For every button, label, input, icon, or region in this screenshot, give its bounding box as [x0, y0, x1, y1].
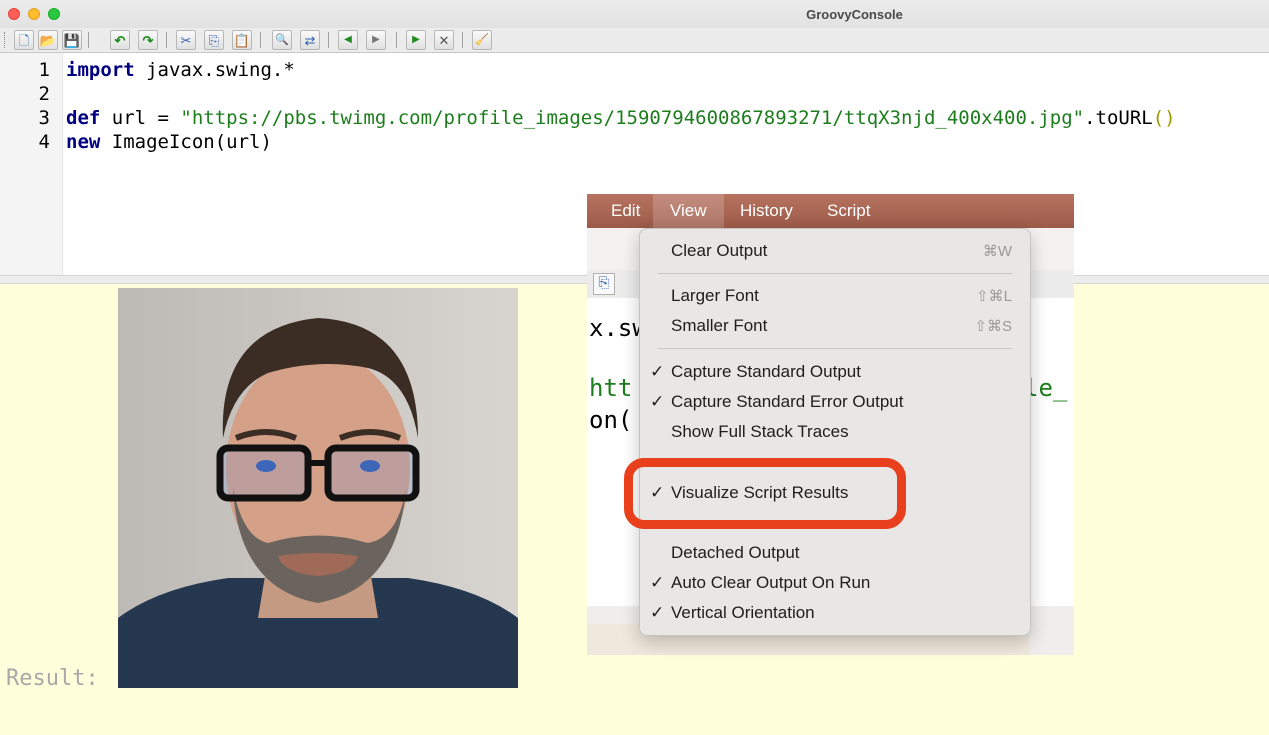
- find-icon[interactable]: 🔍: [272, 30, 292, 50]
- code-text: ImageIcon(url): [100, 131, 272, 153]
- run-script-icon[interactable]: ▶: [406, 30, 426, 50]
- paste-icon[interactable]: 📋: [232, 30, 252, 50]
- menu-item-capture-standard-error-output[interactable]: ✓ Capture Standard Error Output: [640, 389, 1032, 417]
- menu-view[interactable]: View: [653, 194, 724, 228]
- toolbar-separator: [328, 32, 329, 48]
- code-line-3[interactable]: def url = "https://pbs.twimg.com/profile…: [66, 107, 1176, 129]
- toolbar-separator: [396, 32, 397, 48]
- clear-output-icon[interactable]: 🧹: [472, 30, 492, 50]
- inset-menubar: Edit View History Script: [587, 194, 1074, 228]
- menu-item-shortcut: ⌘W: [982, 243, 1012, 260]
- result-image: [118, 288, 518, 688]
- undo-icon[interactable]: ↶: [110, 30, 130, 50]
- copy-icon: ⎘: [593, 273, 615, 295]
- toolbar-separator: [462, 32, 463, 48]
- toolbar-separator: [166, 32, 167, 48]
- menu-item-label: Detached Output: [671, 543, 800, 562]
- menu-item-shortcut: ⇧⌘S: [974, 318, 1012, 335]
- menu-item-show-full-stack-traces[interactable]: Show Full Stack Traces: [640, 419, 1032, 447]
- title-bar: GroovyConsole: [0, 0, 1269, 29]
- copy-icon[interactable]: ⎘: [204, 30, 224, 50]
- code-text: url =: [100, 107, 181, 129]
- menu-item-label: Show Full Stack Traces: [671, 422, 849, 441]
- menu-item-label: Smaller Font: [671, 316, 768, 335]
- line-number: 4: [38, 131, 50, 153]
- menu-item-label: Clear Output: [671, 241, 768, 260]
- checkmark-icon: ✓: [650, 603, 665, 622]
- replace-icon[interactable]: ⇄: [300, 30, 320, 50]
- toolbar-separator: [260, 32, 261, 48]
- menu-item-vertical-orientation[interactable]: ✓ Vertical Orientation: [640, 600, 1032, 628]
- history-previous-icon[interactable]: ◀: [338, 30, 358, 50]
- main-toolbar: 🗋 📂 💾 ↶ ↷ ✂ ⎘ 📋 🔍 ⇄ ◀ ▶ ▶ ✕ 🧹: [0, 28, 1269, 53]
- checkmark-icon: ✓: [650, 362, 665, 381]
- menu-separator: [658, 348, 1012, 349]
- line-number-gutter: 1 2 3 4: [0, 53, 63, 275]
- toolbar-separator: [88, 32, 89, 48]
- menu-item-detached-output[interactable]: Detached Output: [640, 540, 1032, 568]
- code-line-4[interactable]: new ImageIcon(url): [66, 131, 272, 153]
- line-number: 3: [38, 107, 50, 129]
- history-next-icon[interactable]: ▶: [366, 30, 386, 50]
- new-file-icon[interactable]: 🗋: [14, 30, 34, 50]
- inset-code-fragment: on(: [589, 406, 633, 434]
- parentheses: (): [1152, 107, 1176, 129]
- inset-code-fragment: htt: [589, 374, 633, 402]
- checkmark-icon: ✓: [650, 573, 665, 592]
- cut-icon[interactable]: ✂: [176, 30, 196, 50]
- string-literal: "https://pbs.twimg.com/profile_images/15…: [180, 107, 1085, 129]
- menu-item-smaller-font[interactable]: Smaller Font ⇧⌘S: [640, 313, 1032, 341]
- save-file-icon[interactable]: 💾: [62, 30, 82, 50]
- menu-separator: [658, 273, 1012, 274]
- menu-item-auto-clear-output-on-run[interactable]: ✓ Auto Clear Output On Run: [640, 570, 1032, 598]
- interrupt-icon[interactable]: ✕: [434, 30, 454, 50]
- menu-item-label: Auto Clear Output On Run: [671, 573, 871, 592]
- toolbar-grip[interactable]: [4, 32, 8, 48]
- result-label: Result:: [6, 666, 99, 691]
- code-text: javax.swing.*: [134, 59, 295, 81]
- line-number: 2: [38, 83, 50, 105]
- menu-item-clear-output[interactable]: Clear Output ⌘W: [640, 238, 1032, 266]
- redo-icon[interactable]: ↷: [138, 30, 158, 50]
- keyword: new: [66, 131, 101, 153]
- view-menu-dropdown: Clear Output ⌘W Larger Font ⇧⌘L Smaller …: [639, 228, 1265, 636]
- code-text: .toURL: [1084, 107, 1153, 129]
- keyword: import: [66, 59, 135, 81]
- open-file-icon[interactable]: 📂: [38, 30, 58, 50]
- menu-item-label: Capture Standard Output: [671, 362, 861, 381]
- line-number: 1: [38, 59, 50, 81]
- menu-item-shortcut: ⇧⌘L: [976, 288, 1012, 305]
- menu-item-label: Capture Standard Error Output: [671, 392, 904, 411]
- menu-item-larger-font[interactable]: Larger Font ⇧⌘L: [640, 283, 1032, 311]
- menu-edit[interactable]: Edit: [611, 201, 640, 221]
- menu-item-capture-standard-output[interactable]: ✓ Capture Standard Output: [640, 359, 1032, 387]
- checkmark-icon: ✓: [650, 392, 665, 411]
- highlight-annotation: [624, 458, 906, 529]
- code-line-1[interactable]: import javax.swing.*: [66, 59, 295, 81]
- menu-item-label: Vertical Orientation: [671, 603, 815, 622]
- menu-history[interactable]: History: [740, 201, 793, 221]
- menu-script[interactable]: Script: [827, 201, 870, 221]
- keyword: def: [66, 107, 101, 129]
- menu-item-label: Larger Font: [671, 286, 759, 305]
- window-title: GroovyConsole: [806, 7, 903, 22]
